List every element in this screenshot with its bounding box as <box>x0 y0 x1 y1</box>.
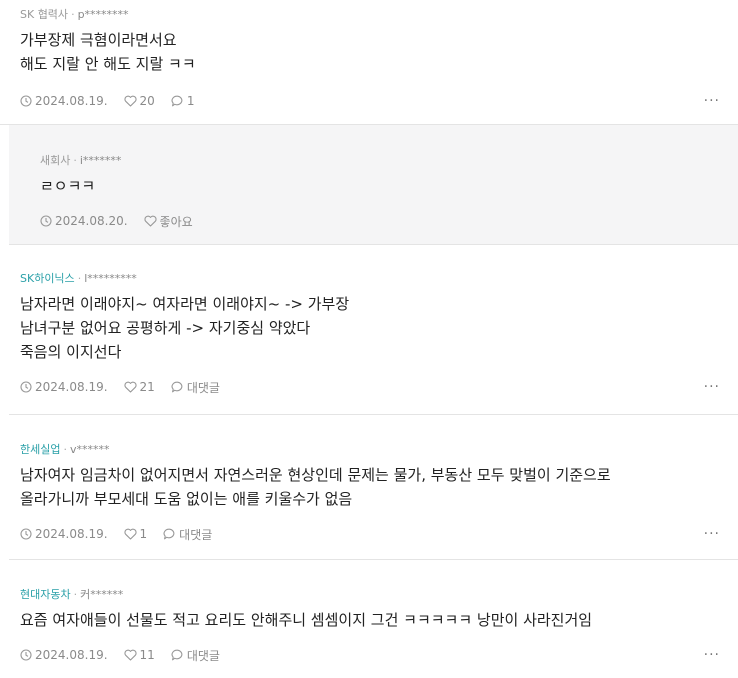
comment-item: 현대자동차 · 커****** 요즘 여자애들이 선물도 적고 요리도 안해주니 셈… <box>9 560 738 670</box>
meta-separator: · <box>73 588 78 601</box>
like-count: 20 <box>139 94 155 108</box>
heart-icon <box>123 95 137 107</box>
reply-button[interactable]: 1 <box>171 94 195 108</box>
more-options-button[interactable]: ··· <box>704 93 720 109</box>
clock-icon <box>20 528 32 540</box>
date-text: 2024.08.20. <box>55 214 128 228</box>
comment-item: SK 협력사 · p******** 가부장제 극혐이라면서요 해도 지랄 안 해도… <box>0 0 738 125</box>
company-name[interactable]: 현대자동차 <box>20 588 71 601</box>
reply-button[interactable]: 대댓글 <box>171 647 220 664</box>
company-name[interactable]: SK하이닉스 <box>20 272 75 285</box>
reply-label: 대댓글 <box>179 527 213 542</box>
reply-item: 새회사 · i******* ㄹㅇㅋㅋ 2024.08.20. 좋아요 <box>9 125 738 245</box>
comment-meta: SK 협력사 · p******** <box>20 7 720 23</box>
speech-bubble-icon <box>171 649 183 661</box>
heart-icon <box>123 381 137 393</box>
date-text: 2024.08.19. <box>35 648 108 662</box>
more-options-button[interactable]: ··· <box>704 526 720 542</box>
company-name: 새회사 <box>40 154 71 167</box>
user-id: 커****** <box>80 588 124 601</box>
reply-count: 1 <box>186 94 195 108</box>
comment-date: 2024.08.19. <box>20 94 108 108</box>
reply-button[interactable]: 대댓글 <box>163 526 212 543</box>
clock-icon <box>20 381 32 393</box>
like-button[interactable]: 좋아요 <box>143 213 193 230</box>
like-button[interactable]: 20 <box>123 94 155 108</box>
speech-bubble-icon <box>171 381 183 393</box>
like-button[interactable]: 1 <box>123 527 148 541</box>
like-label: 좋아요 <box>159 214 193 229</box>
comment-actions: 2024.08.19. 21 대댓글 ··· <box>20 378 720 396</box>
comment-meta: SK하이닉스 · l********* <box>20 271 720 287</box>
more-options-button[interactable]: ··· <box>704 379 720 395</box>
user-id: i******* <box>79 154 122 167</box>
speech-bubble-icon <box>171 95 183 107</box>
comment-body: 남자여자 임금차이 없어지면서 자연스러운 현상인데 문제는 물가, 부동산 모… <box>20 466 611 508</box>
date-text: 2024.08.19. <box>35 94 108 108</box>
heart-icon <box>143 215 157 227</box>
comment-body: 가부장제 극혐이라면서요 해도 지랄 안 해도 지랄 ㅋㅋ <box>20 31 196 73</box>
comment-item: SK하이닉스 · l********* 남자라면 이래야지~ 여자라면 이래야지~ … <box>9 245 738 415</box>
comment-date: 2024.08.19. <box>20 380 108 394</box>
meta-separator: · <box>77 272 82 285</box>
comment-meta: 새회사 · i******* <box>40 153 720 169</box>
reply-button[interactable]: 대댓글 <box>171 379 220 396</box>
comment-body: ㄹㅇㅋㅋ <box>40 177 96 195</box>
company-name[interactable]: 한세실업 <box>20 443 60 456</box>
comment-actions: 2024.08.19. 11 대댓글 ··· <box>20 646 720 664</box>
meta-separator: · <box>71 8 75 21</box>
reply-label: 대댓글 <box>186 380 220 395</box>
comment-date: 2024.08.19. <box>20 527 108 541</box>
date-text: 2024.08.19. <box>35 380 108 394</box>
clock-icon <box>40 215 52 227</box>
reply-label: 대댓글 <box>186 648 220 663</box>
comment-meta: 현대자동차 · 커****** <box>20 587 720 603</box>
more-options-button[interactable]: ··· <box>704 647 720 663</box>
comment-meta: 한세실업 · v****** <box>20 442 720 458</box>
comment-actions: 2024.08.19. 1 대댓글 ··· <box>20 525 720 543</box>
comment-actions: 2024.08.19. 20 1 ··· <box>20 92 720 110</box>
user-id: p******** <box>77 8 129 21</box>
meta-separator: · <box>63 443 67 456</box>
comment-date: 2024.08.20. <box>40 214 128 228</box>
like-count: 11 <box>139 648 155 662</box>
like-button[interactable]: 21 <box>123 380 155 394</box>
user-id: v****** <box>69 443 110 456</box>
comment-body: 남자라면 이래야지~ 여자라면 이래야지~ -> 가부장 남녀구분 없어요 공평… <box>20 295 350 361</box>
date-text: 2024.08.19. <box>35 527 108 541</box>
comment-item: 한세실업 · v****** 남자여자 임금차이 없어지면서 자연스러운 현상인데 … <box>9 415 738 560</box>
company-name: SK 협력사 <box>20 8 69 21</box>
comment-date: 2024.08.19. <box>20 648 108 662</box>
comment-actions: 2024.08.20. 좋아요 <box>40 212 720 230</box>
clock-icon <box>20 95 32 107</box>
meta-separator: · <box>73 154 77 167</box>
like-count: 21 <box>139 380 155 394</box>
clock-icon <box>20 649 32 661</box>
comment-body: 요즘 여자애들이 선물도 적고 요리도 안해주니 셈셈이지 그건 ㅋㅋㅋㅋㅋ 낭… <box>20 611 593 629</box>
speech-bubble-icon <box>163 528 175 540</box>
heart-icon <box>123 649 137 661</box>
like-button[interactable]: 11 <box>123 648 155 662</box>
user-id: l********* <box>84 272 137 285</box>
like-count: 1 <box>139 527 148 541</box>
heart-icon <box>123 528 137 540</box>
